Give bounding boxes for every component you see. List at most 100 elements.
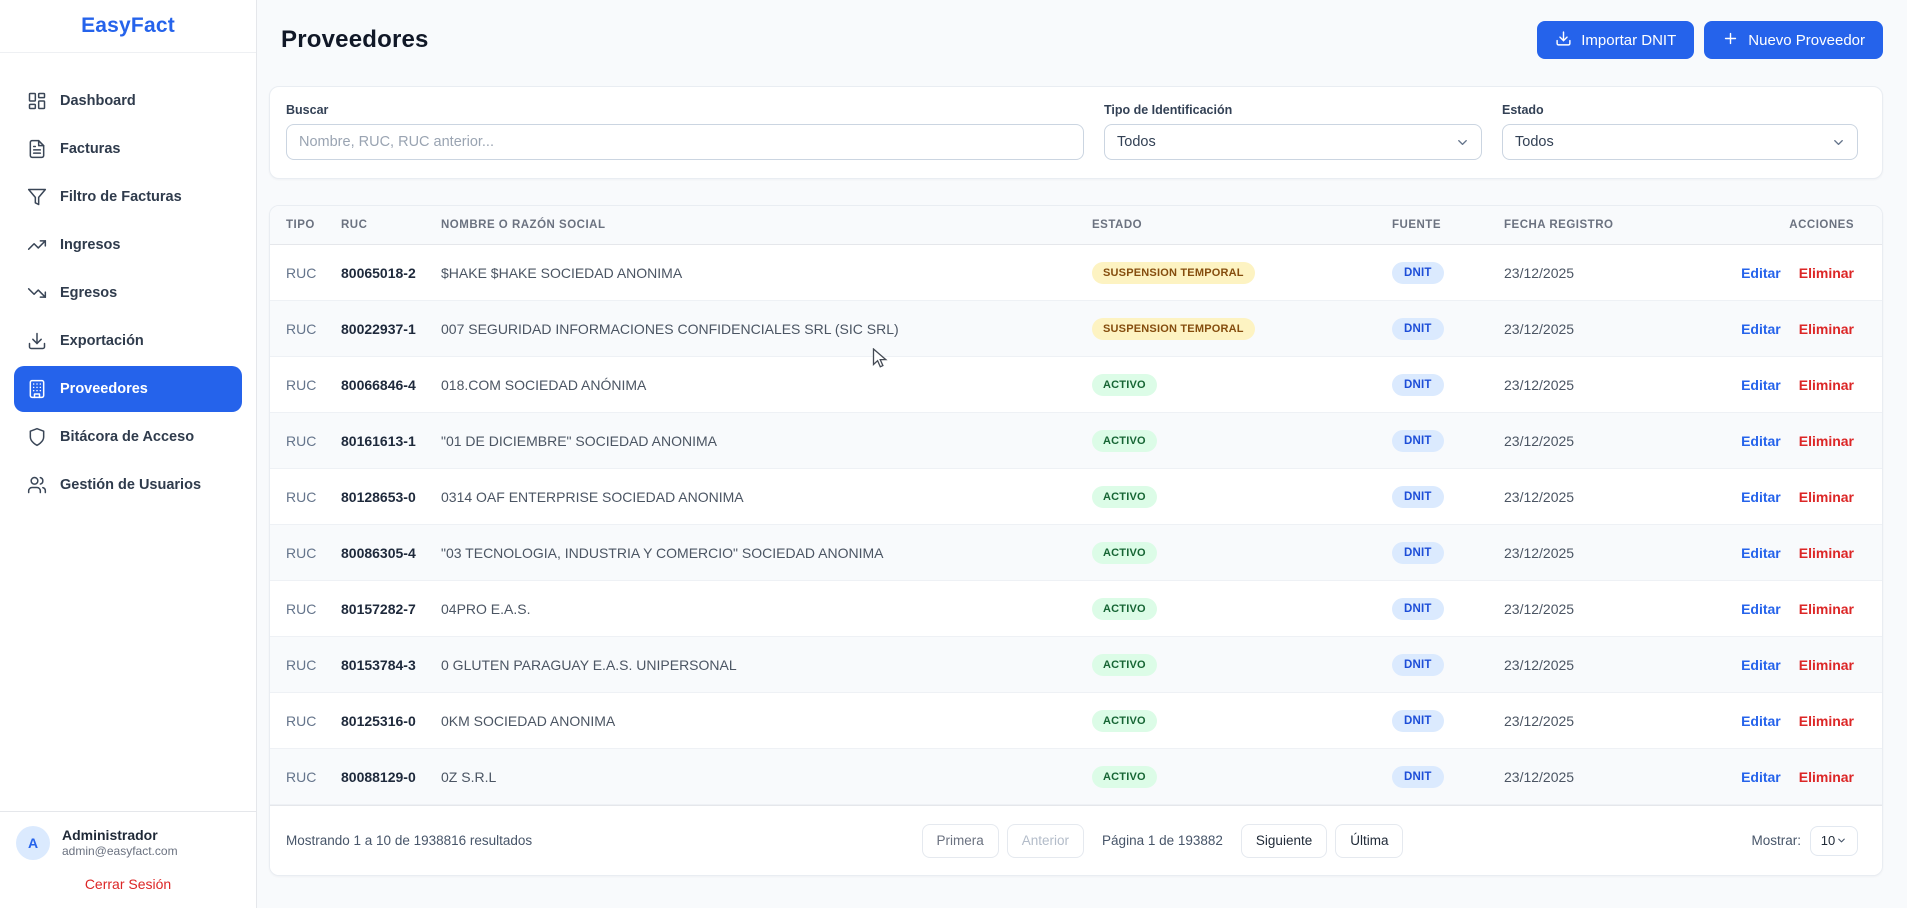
table-row: RUC80066846-4018.COM SOCIEDAD ANÓNIMAACT… (270, 357, 1882, 413)
fuente-badge: DNIT (1392, 598, 1444, 620)
cell-tipo: RUC (286, 545, 341, 561)
import-dnit-button[interactable]: Importar DNIT (1537, 21, 1694, 59)
edit-link[interactable]: Editar (1741, 601, 1781, 617)
next-page-button[interactable]: Siguiente (1241, 824, 1327, 858)
cell-fecha: 23/12/2025 (1504, 265, 1704, 281)
cell-ruc: 80128653-0 (341, 489, 441, 505)
edit-link[interactable]: Editar (1741, 713, 1781, 729)
sidebar-item-proveedores[interactable]: Proveedores (14, 366, 242, 412)
cell-actions: Editar Eliminar (1704, 265, 1854, 281)
sidebar-item-exportacion[interactable]: Exportación (14, 318, 242, 364)
delete-link[interactable]: Eliminar (1799, 713, 1854, 729)
sidebar-item-label: Proveedores (60, 381, 148, 397)
status-badge: SUSPENSION TEMPORAL (1092, 262, 1255, 284)
invoice-document-icon (27, 139, 47, 159)
sidebar-item-dashboard[interactable]: Dashboard (14, 78, 242, 124)
cell-ruc: 80161613-1 (341, 433, 441, 449)
edit-link[interactable]: Editar (1741, 265, 1781, 281)
fuente-badge: DNIT (1392, 766, 1444, 788)
cell-estado: ACTIVO (1092, 654, 1392, 676)
edit-link[interactable]: Editar (1741, 489, 1781, 505)
sidebar-item-label: Bitácora de Acceso (60, 429, 194, 445)
cell-ruc: 80066846-4 (341, 377, 441, 393)
delete-link[interactable]: Eliminar (1799, 433, 1854, 449)
edit-link[interactable]: Editar (1741, 433, 1781, 449)
cell-tipo: RUC (286, 265, 341, 281)
sidebar-item-bitacora[interactable]: Bitácora de Acceso (14, 414, 242, 460)
page-size-select[interactable]: 10 (1810, 826, 1858, 856)
edit-link[interactable]: Editar (1741, 657, 1781, 673)
column-header: NOMBRE O RAZÓN SOCIAL (441, 219, 1092, 231)
first-page-button[interactable]: Primera (922, 824, 999, 858)
last-page-button[interactable]: Última (1335, 824, 1403, 858)
cell-actions: Editar Eliminar (1704, 769, 1854, 785)
user-section: A Administrador admin@easyfact.com Cerra… (0, 811, 256, 908)
edit-link[interactable]: Editar (1741, 545, 1781, 561)
estado-select[interactable]: Todos (1502, 124, 1858, 160)
fuente-badge: DNIT (1392, 654, 1444, 676)
delete-link[interactable]: Eliminar (1799, 321, 1854, 337)
estado-label: Estado (1502, 103, 1858, 117)
delete-link[interactable]: Eliminar (1799, 769, 1854, 785)
delete-link[interactable]: Eliminar (1799, 601, 1854, 617)
cell-estado: ACTIVO (1092, 430, 1392, 452)
sidebar-item-filtro-facturas[interactable]: Filtro de Facturas (14, 174, 242, 220)
delete-link[interactable]: Eliminar (1799, 489, 1854, 505)
cell-actions: Editar Eliminar (1704, 321, 1854, 337)
dashboard-icon (27, 91, 47, 111)
providers-table: TIPORUCNOMBRE O RAZÓN SOCIALESTADOFUENTE… (269, 205, 1883, 876)
cell-actions: Editar Eliminar (1704, 489, 1854, 505)
edit-link[interactable]: Editar (1741, 377, 1781, 393)
cell-fuente: DNIT (1392, 262, 1504, 284)
sidebar-item-usuarios[interactable]: Gestión de Usuarios (14, 462, 242, 508)
new-provider-button[interactable]: Nuevo Proveedor (1704, 21, 1883, 59)
page-size-label: Mostrar: (1751, 833, 1801, 848)
search-label: Buscar (286, 103, 1084, 117)
cell-nombre: 007 SEGURIDAD INFORMACIONES CONFIDENCIAL… (441, 321, 1092, 337)
chevron-down-icon (1836, 835, 1847, 846)
cell-actions: Editar Eliminar (1704, 657, 1854, 673)
logout-link[interactable]: Cerrar Sesión (16, 876, 240, 892)
cell-nombre: 04PRO E.A.S. (441, 601, 1092, 617)
delete-link[interactable]: Eliminar (1799, 265, 1854, 281)
column-header: RUC (341, 219, 441, 231)
fuente-badge: DNIT (1392, 262, 1444, 284)
tipo-identificacion-select[interactable]: Todos (1104, 124, 1482, 160)
page-info: Página 1 de 193882 (1102, 833, 1223, 848)
delete-link[interactable]: Eliminar (1799, 377, 1854, 393)
user-name: Administrador (62, 826, 178, 844)
cell-actions: Editar Eliminar (1704, 713, 1854, 729)
cell-fuente: DNIT (1392, 374, 1504, 396)
sidebar-item-facturas[interactable]: Facturas (14, 126, 242, 172)
sidebar-item-label: Dashboard (60, 93, 136, 109)
cell-tipo: RUC (286, 489, 341, 505)
tipo-identificacion-label: Tipo de Identificación (1104, 103, 1482, 117)
sidebar-nav: Dashboard FacturasFiltro de Facturas Ingre… (0, 53, 256, 811)
sidebar-item-ingresos[interactable]: Ingresos (14, 222, 242, 268)
delete-link[interactable]: Eliminar (1799, 657, 1854, 673)
sidebar-item-egresos[interactable]: Egresos (14, 270, 242, 316)
results-summary: Mostrando 1 a 10 de 1938816 resultados (286, 833, 532, 848)
table-row: RUC80022937-1007 SEGURIDAD INFORMACIONES… (270, 301, 1882, 357)
search-input[interactable] (286, 124, 1084, 160)
cell-estado: SUSPENSION TEMPORAL (1092, 262, 1392, 284)
sidebar-item-label: Ingresos (60, 237, 120, 253)
edit-link[interactable]: Editar (1741, 769, 1781, 785)
cell-nombre: 0Z S.R.L (441, 769, 1092, 785)
cell-fuente: DNIT (1392, 598, 1504, 620)
cell-nombre: 0 GLUTEN PARAGUAY E.A.S. UNIPERSONAL (441, 657, 1092, 673)
previous-page-button[interactable]: Anterior (1007, 824, 1084, 858)
cell-estado: ACTIVO (1092, 766, 1392, 788)
fuente-badge: DNIT (1392, 374, 1444, 396)
edit-link[interactable]: Editar (1741, 321, 1781, 337)
user-email: admin@easyfact.com (62, 844, 178, 860)
table-header-row: TIPORUCNOMBRE O RAZÓN SOCIALESTADOFUENTE… (270, 206, 1882, 245)
app-logo-container: EasyFact (0, 0, 256, 53)
cell-estado: ACTIVO (1092, 374, 1392, 396)
cell-tipo: RUC (286, 769, 341, 785)
fuente-badge: DNIT (1392, 430, 1444, 452)
status-badge: SUSPENSION TEMPORAL (1092, 318, 1255, 340)
delete-link[interactable]: Eliminar (1799, 545, 1854, 561)
filter-bar: Buscar Tipo de Identificación Todos Esta… (269, 86, 1883, 179)
chevron-down-icon (1455, 135, 1470, 150)
